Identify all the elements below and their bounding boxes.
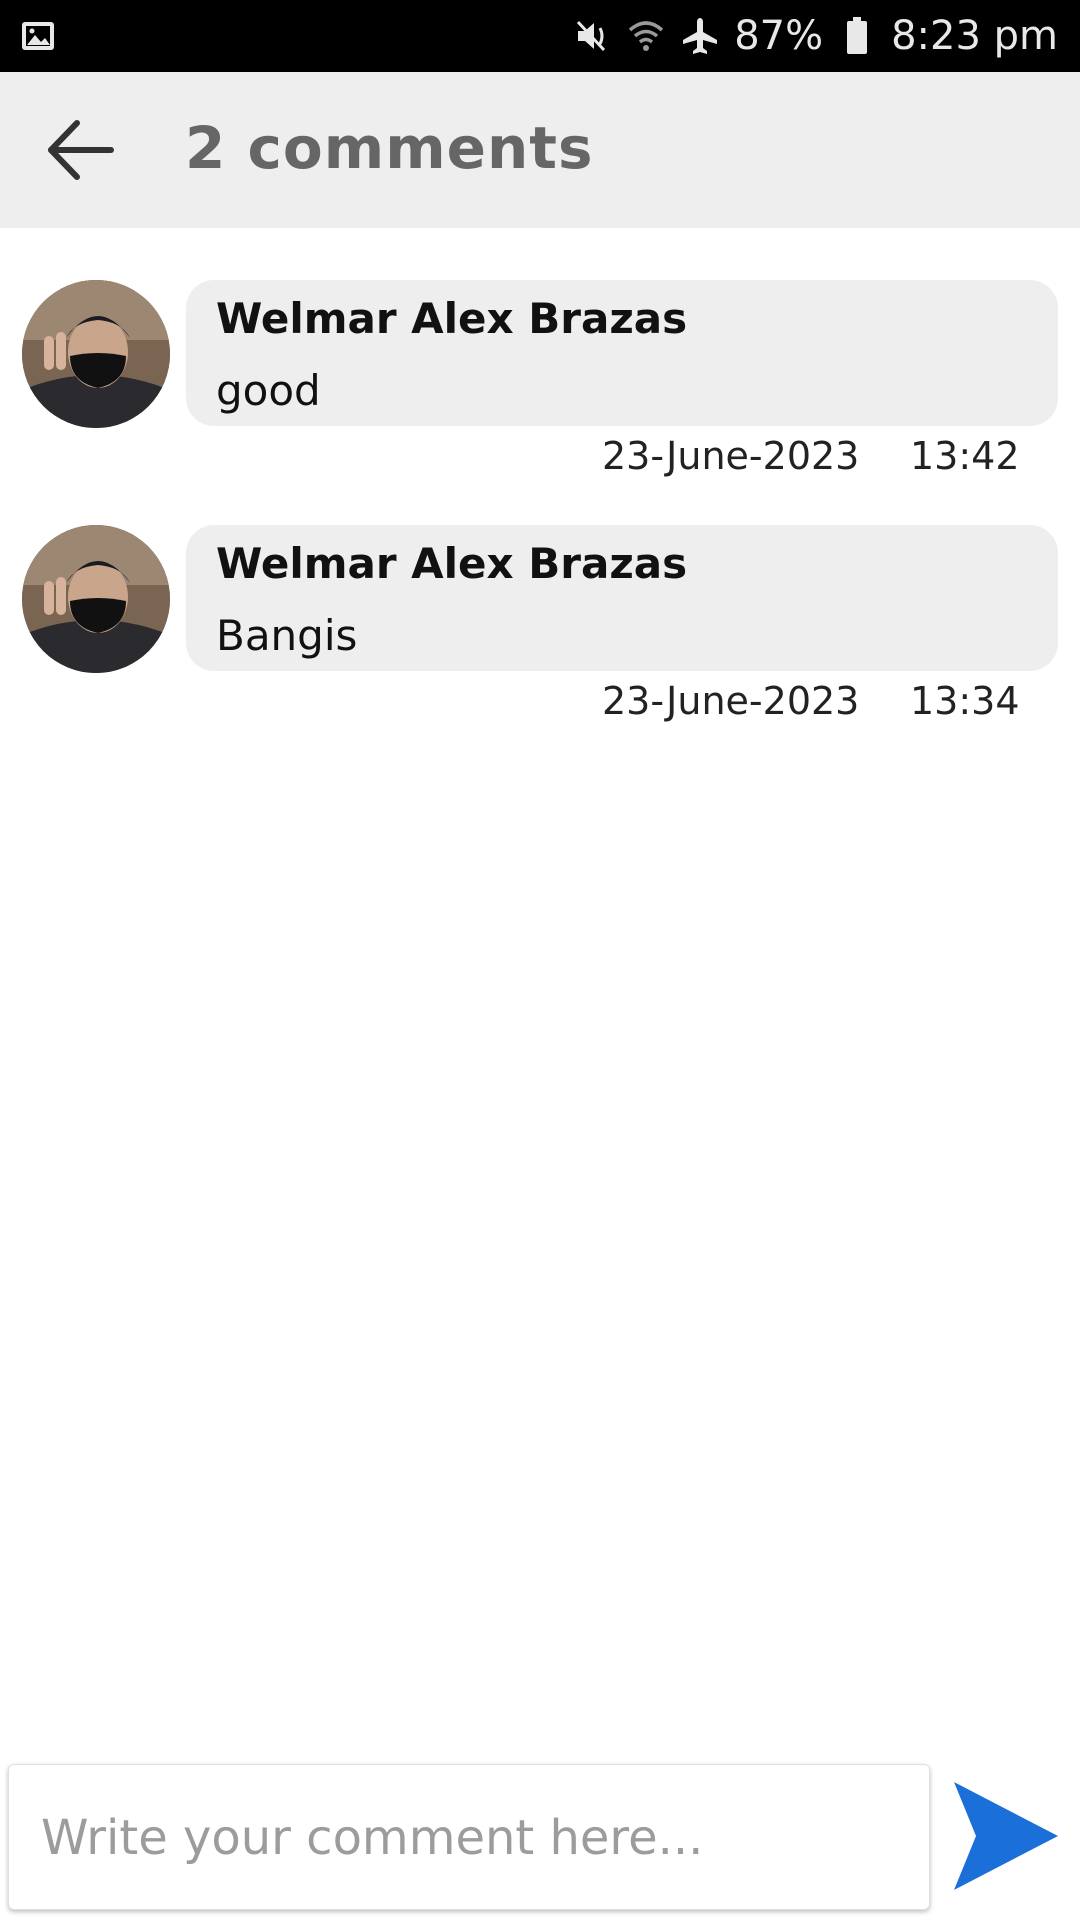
comment-time: 13:34 (910, 679, 1020, 723)
comment-input[interactable] (39, 1765, 903, 1911)
status-time: 8:23 pm (891, 13, 1058, 59)
comment-item: Welmar Alex Brazas good 23-June-2023 13:… (0, 280, 1080, 480)
battery-percent: 87% (734, 13, 824, 59)
image-icon (20, 18, 56, 54)
wifi-icon (626, 16, 666, 56)
comment-text: Bangis (216, 611, 358, 660)
airplane-icon (680, 16, 720, 56)
comment-date: 23-June-2023 (602, 434, 860, 478)
avatar[interactable] (22, 280, 170, 428)
send-icon (954, 1782, 1058, 1890)
comment-bubble: Welmar Alex Brazas good (186, 280, 1058, 426)
app-header: 2 comments (0, 72, 1080, 228)
comment-item: Welmar Alex Brazas Bangis 23-June-2023 1… (0, 525, 1080, 725)
comment-author[interactable]: Welmar Alex Brazas (216, 294, 687, 343)
avatar[interactable] (22, 525, 170, 673)
back-button[interactable] (40, 112, 120, 188)
comment-input-container (8, 1764, 930, 1911)
status-bar: 87% 8:23 pm (0, 0, 1080, 72)
comment-time: 13:42 (910, 434, 1020, 478)
mute-icon (572, 16, 612, 56)
send-button[interactable] (950, 1778, 1062, 1894)
comment-text: good (216, 366, 321, 415)
battery-icon (837, 16, 877, 56)
page-title: 2 comments (185, 114, 594, 182)
comment-bubble: Welmar Alex Brazas Bangis (186, 525, 1058, 671)
arrow-left-icon (48, 120, 114, 180)
comment-date: 23-June-2023 (602, 679, 860, 723)
comment-author[interactable]: Welmar Alex Brazas (216, 539, 687, 588)
